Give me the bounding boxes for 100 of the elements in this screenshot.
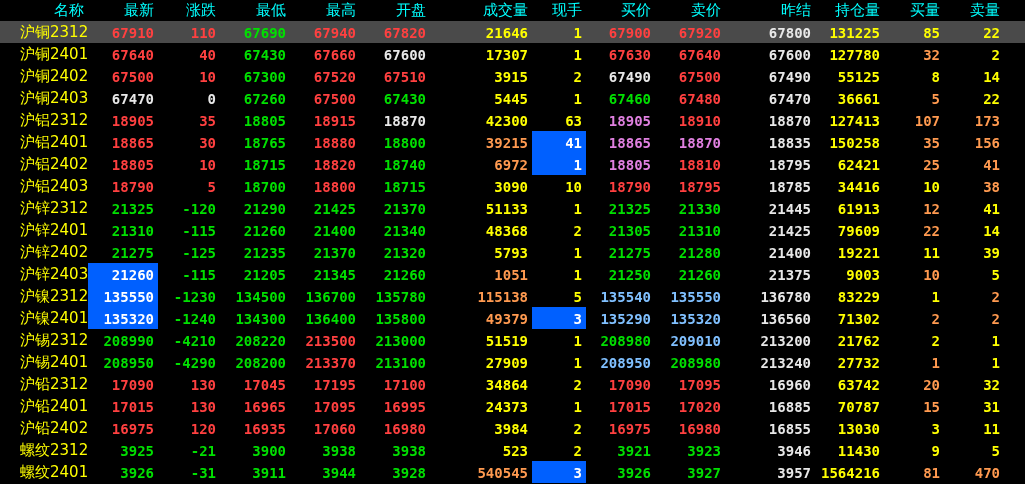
table-cell: 15: [923, 399, 940, 415]
table-cell: 18785: [768, 179, 811, 195]
table-cell: 70787: [837, 399, 880, 415]
table-cell: 135800: [375, 311, 426, 327]
table-cell: 135780: [375, 289, 426, 305]
table-cell: 18880: [313, 135, 356, 151]
table-cell: 18905: [608, 113, 651, 129]
table-cell: 1564216: [821, 465, 880, 481]
table-cell: 21340: [383, 223, 426, 239]
contract-name: 沪锡2312: [19, 330, 88, 351]
quote-row[interactable]: 沪锌2402 21275 -125 21235 21370 21320 5793 1 21275 21280 21400 19221 11 39: [0, 241, 1025, 263]
table-cell: 25: [923, 157, 940, 173]
table-cell: 67920: [678, 25, 721, 41]
quote-row[interactable]: 沪锌2312 21325 -120 21290 21425 21370 51133 1 21325 21330 21445 61913 12 41: [0, 197, 1025, 219]
table-cell: 19221: [837, 245, 880, 261]
quote-row[interactable]: 沪铜2403 67470 0 67260 67500 67430 5445 1 67460 67480 67470 36661 5 22: [0, 87, 1025, 109]
column-header[interactable]: 卖价: [655, 0, 725, 21]
quote-row[interactable]: 沪镍2401 135320 -1240 134300 136400 135800 49379 3 135290 135320 136560 71302 2 2: [0, 307, 1025, 329]
column-header[interactable]: 昨结: [725, 0, 815, 21]
table-cell: 18910: [678, 113, 721, 129]
table-cell: 30: [199, 135, 216, 151]
quote-row[interactable]: 沪铜2402 67500 10 67300 67520 67510 3915 2 67490 67500 67490 55125 8 14: [0, 65, 1025, 87]
column-header[interactable]: 买量: [884, 0, 944, 21]
table-cell: 21260: [243, 223, 286, 239]
table-cell: 17015: [111, 399, 154, 415]
table-cell: 67480: [678, 91, 721, 107]
quote-row[interactable]: 沪铝2312 18905 35 18805 18915 18870 42300 63 18905 18910 18870 127413 107 173: [0, 109, 1025, 131]
table-cell: 1: [573, 201, 582, 217]
table-cell: 3: [931, 421, 940, 437]
column-header[interactable]: 名称: [0, 0, 88, 21]
column-header[interactable]: 最高: [290, 0, 360, 21]
column-header[interactable]: 买价: [586, 0, 655, 21]
quote-row[interactable]: 沪铝2402 18805 10 18715 18820 18740 6972 1 18805 18810 18795 62421 25 41: [0, 153, 1025, 175]
table-cell: 21260: [111, 267, 154, 283]
table-cell: 16975: [608, 421, 651, 437]
table-cell: 18795: [678, 179, 721, 195]
column-header[interactable]: 现手: [532, 0, 586, 21]
quote-row[interactable]: 沪铜2401 67640 40 67430 67660 67600 17307 1 67630 67640 67600 127780 32 2: [0, 43, 1025, 65]
column-header[interactable]: 涨跌: [158, 0, 220, 21]
table-cell: 17090: [111, 377, 154, 393]
table-cell: 1051: [494, 267, 528, 283]
table-cell: 115138: [477, 289, 528, 305]
quote-row[interactable]: 螺纹2312 3925 -21 3900 3938 3938 523 2 3921 3923 3946 11430 9 5: [0, 439, 1025, 461]
table-cell: 17307: [485, 47, 528, 63]
quote-row[interactable]: 沪锡2312 208990 -4210 208220 213500 213000 51519 1 208980 209010 213200 21762 2 1: [0, 329, 1025, 351]
quote-row[interactable]: 沪镍2312 135550 -1230 134500 136700 135780 115138 5 135540 135550 136780 83229 1 2: [0, 285, 1025, 307]
table-cell: 1: [991, 333, 1000, 349]
table-cell: 67500: [313, 91, 356, 107]
table-cell: 21325: [608, 201, 651, 217]
quote-row[interactable]: 螺纹2401 3926 -31 3911 3944 3928 540545 3 3926 3927 3957 1564216 81 470: [0, 461, 1025, 483]
table-cell: 208990: [103, 333, 154, 349]
table-cell: 3944: [322, 465, 356, 481]
quote-row[interactable]: 沪铅2401 17015 130 16965 17095 16995 24373 1 17015 17020 16885 70787 15 31: [0, 395, 1025, 417]
contract-name: 沪锌2402: [19, 242, 88, 263]
table-cell: 67520: [313, 69, 356, 85]
table-cell: 208980: [670, 355, 721, 371]
table-cell: 3938: [322, 443, 356, 459]
table-cell: 67600: [768, 47, 811, 63]
contract-name: 沪锌2401: [19, 220, 88, 241]
table-cell: 135320: [103, 311, 154, 327]
column-header[interactable]: 最新: [88, 0, 158, 21]
table-cell: 67900: [608, 25, 651, 41]
quote-row[interactable]: 沪铝2403 18790 5 18700 18800 18715 3090 10 18790 18795 18785 34416 10 38: [0, 175, 1025, 197]
quote-row[interactable]: 沪锌2403 21260 -115 21205 21345 21260 1051 1 21250 21260 21375 9003 10 5: [0, 263, 1025, 285]
table-cell: 16980: [383, 421, 426, 437]
table-cell: 48368: [485, 223, 528, 239]
table-cell: 18700: [243, 179, 286, 195]
table-cell: 3938: [392, 443, 426, 459]
column-header[interactable]: 卖量: [944, 0, 1004, 21]
quote-row[interactable]: 沪锡2401 208950 -4290 208200 213370 213100 27909 1 208950 208980 213240 27732 1 1: [0, 351, 1025, 373]
table-cell: -1240: [173, 311, 216, 327]
quote-row[interactable]: 沪铅2402 16975 120 16935 17060 16980 3984 2 16975 16980 16855 13030 3 11: [0, 417, 1025, 439]
table-cell: 17095: [313, 399, 356, 415]
table-cell: 213500: [305, 333, 356, 349]
table-cell: 3946: [777, 443, 811, 459]
table-cell: 136780: [760, 289, 811, 305]
table-cell: 18790: [111, 179, 154, 195]
column-header[interactable]: 持仓量: [815, 0, 884, 21]
table-cell: 62421: [837, 157, 880, 173]
table-cell: 10: [199, 157, 216, 173]
table-cell: 136400: [305, 311, 356, 327]
table-cell: 51519: [485, 333, 528, 349]
table-cell: 134300: [235, 311, 286, 327]
column-header[interactable]: 最低: [220, 0, 290, 21]
table-cell: 83229: [837, 289, 880, 305]
quote-row[interactable]: 沪铜2312 67910 110 67690 67940 67820 21646 1 67900 67920 67800 131225 85 22: [0, 21, 1025, 43]
table-cell: 10: [565, 179, 582, 195]
quote-row[interactable]: 沪铝2401 18865 30 18765 18880 18800 39215 41 18865 18870 18835 150258 35 156: [0, 131, 1025, 153]
table-cell: 67430: [243, 47, 286, 63]
table-cell: 17020: [678, 399, 721, 415]
table-cell: 3928: [392, 465, 426, 481]
table-cell: 21370: [383, 201, 426, 217]
table-cell: 2: [573, 69, 582, 85]
table-cell: 18740: [383, 157, 426, 173]
column-header[interactable]: 开盘: [360, 0, 430, 21]
table-cell: 213240: [760, 355, 811, 371]
column-header[interactable]: 成交量: [430, 0, 532, 21]
table-cell: 24373: [485, 399, 528, 415]
quote-row[interactable]: 沪锌2401 21310 -115 21260 21400 21340 48368 2 21305 21310 21425 79609 22 14: [0, 219, 1025, 241]
quote-row[interactable]: 沪铅2312 17090 130 17045 17195 17100 34864 2 17090 17095 16960 63742 20 32: [0, 373, 1025, 395]
